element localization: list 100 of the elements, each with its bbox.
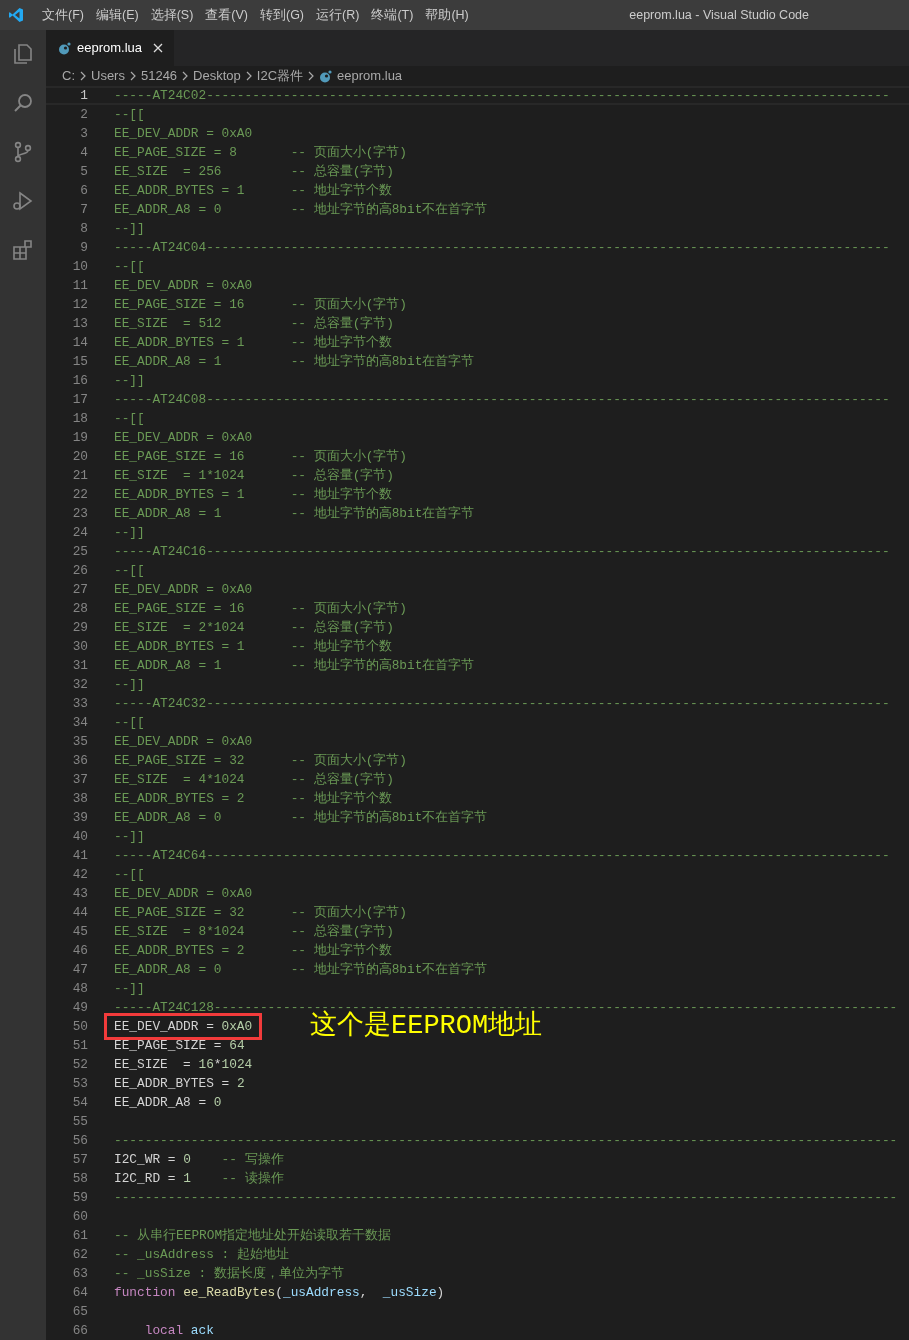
menu-item[interactable]: 文件(F) — [36, 5, 90, 25]
line-number: 2 — [79, 106, 88, 124]
app-logo-icon — [8, 7, 24, 23]
line-number: 43 — [71, 885, 88, 903]
code-line: --[[ — [114, 106, 145, 124]
code-line: EE_DEV_ADDR = 0xA0 — [114, 1019, 253, 1034]
menu-item[interactable]: 选择(S) — [144, 5, 200, 25]
code-line: -----AT24C64----------------------------------------------------------------------------------------- — [114, 847, 890, 865]
line-number: 17 — [71, 391, 88, 409]
file-type-icon — [58, 41, 71, 55]
line-number: 27 — [71, 581, 88, 599]
code-line: local ack — [143, 1322, 214, 1340]
line-number: 21 — [71, 467, 88, 485]
breadcrumb-item[interactable]: eeprom.lua — [337, 66, 403, 86]
line-number: 59 — [71, 1189, 88, 1207]
code-line: EE_ADDR_BYTES = 1 -- 地址字节个数 — [114, 486, 392, 504]
line-number: 41 — [71, 847, 88, 865]
line-number: 51 — [71, 1037, 88, 1055]
line-number: 66 — [71, 1322, 88, 1340]
code-line: EE_ADDR_BYTES = 1 -- 地址字节个数 — [114, 638, 392, 656]
line-number: 56 — [71, 1132, 88, 1150]
code-line: EE_PAGE_SIZE = 16 -- 页面大小(字节) — [114, 600, 408, 618]
code-line: EE_SIZE = 512 -- 总容量(字节) — [114, 315, 395, 333]
line-number: 28 — [71, 600, 88, 618]
breadcrumb-item[interactable]: Users — [91, 66, 125, 86]
line-number: 39 — [71, 809, 88, 827]
line-number: 13 — [71, 315, 88, 333]
code-line: -----AT24C32----------------------------------------------------------------------------------------- — [114, 695, 890, 713]
line-number: 9 — [79, 239, 88, 257]
breadcrumb-item[interactable]: I2C器件 — [256, 66, 304, 86]
window-title: eeprom.lua - Visual Studio Code — [629, 6, 809, 24]
line-number: 5 — [79, 163, 88, 181]
code-line: EE_ADDR_BYTES = 2 -- 地址字节个数 — [114, 790, 392, 808]
code-line: -----AT24C08----------------------------------------------------------------------------------------- — [114, 391, 890, 409]
editor-tab[interactable]: eeprom.lua — [46, 30, 175, 66]
code-line: --[[ — [114, 714, 145, 732]
line-number: 15 — [71, 353, 88, 371]
code-line: EE_ADDR_A8 = 1 -- 地址字节的高8bit在首字节 — [114, 353, 475, 371]
line-number: 1 — [79, 88, 88, 103]
breadcrumb-item[interactable]: C: — [62, 66, 75, 86]
code-line: --[[ — [114, 866, 145, 884]
file-type-icon — [319, 69, 333, 83]
line-number: 42 — [71, 866, 88, 884]
extensions-icon[interactable] — [11, 238, 35, 262]
line-number: 47 — [71, 961, 88, 979]
line-number: 23 — [71, 505, 88, 523]
code-line: -----AT24C04----------------------------------------------------------------------------------------- — [114, 239, 890, 257]
line-number: 64 — [71, 1284, 88, 1302]
line-number: 61 — [71, 1227, 88, 1245]
close-icon[interactable] — [152, 42, 165, 54]
breadcrumb-item[interactable]: 51246 — [140, 66, 178, 86]
line-number: 48 — [71, 980, 88, 998]
line-number: 25 — [71, 543, 88, 561]
line-number: 26 — [71, 562, 88, 580]
line-number: 6 — [79, 182, 88, 200]
line-number: 11 — [71, 277, 88, 295]
menu-item[interactable]: 帮助(H) — [419, 5, 475, 25]
line-number: 10 — [71, 258, 88, 276]
code-line: --]] — [114, 524, 145, 542]
line-number: 32 — [71, 676, 88, 694]
line-number: 7 — [79, 201, 88, 219]
line-number: 55 — [71, 1113, 88, 1131]
line-number: 53 — [71, 1075, 88, 1093]
code-line: EE_ADDR_BYTES = 1 -- 地址字节个数 — [114, 182, 392, 200]
line-number: 37 — [71, 771, 88, 789]
code-line: EE_DEV_ADDR = 0xA0 — [114, 581, 253, 599]
code-line: EE_SIZE = 8*1024 -- 总容量(字节) — [114, 923, 395, 941]
line-number: 60 — [71, 1208, 88, 1226]
code-line: I2C_WR = 0 -- 写操作 — [114, 1151, 284, 1169]
menu-item[interactable]: 转到(G) — [254, 5, 311, 25]
line-number: 58 — [71, 1170, 88, 1188]
file-copy-icon[interactable] — [11, 42, 35, 66]
line-number: 14 — [71, 334, 88, 352]
line-number: 16 — [71, 372, 88, 390]
code-line: EE_DEV_ADDR = 0xA0 — [114, 885, 253, 903]
menu-item[interactable]: 编辑(E) — [89, 5, 145, 25]
line-number: 49 — [71, 999, 88, 1017]
code-line: EE_ADDR_BYTES = 2 -- 地址字节个数 — [114, 942, 392, 960]
code-line: EE_SIZE = 256 -- 总容量(字节) — [114, 163, 395, 181]
line-number: 12 — [71, 296, 88, 314]
line-number: 36 — [71, 752, 88, 770]
code-line: EE_PAGE_SIZE = 32 -- 页面大小(字节) — [114, 752, 408, 770]
line-number: 54 — [71, 1094, 88, 1112]
line-number: 50 — [71, 1018, 88, 1036]
line-number: 52 — [71, 1056, 88, 1074]
run-debug-icon[interactable] — [11, 189, 35, 213]
code-line: EE_PAGE_SIZE = 64 — [114, 1037, 245, 1055]
menu-item[interactable]: 查看(V) — [199, 5, 254, 25]
code-line: --]] — [114, 676, 145, 694]
line-number: 29 — [71, 619, 88, 637]
line-number: 3 — [79, 125, 88, 143]
code-line: EE_SIZE = 1*1024 -- 总容量(字节) — [114, 467, 395, 485]
chevron-icon — [78, 71, 88, 81]
code-line: EE_ADDR_A8 = 0 — [114, 1094, 222, 1112]
line-number: 19 — [71, 429, 88, 447]
code-line: --]] — [114, 980, 145, 998]
menu-item[interactable]: 终端(T) — [365, 5, 420, 25]
menu-item[interactable]: 运行(R) — [310, 5, 366, 25]
breadcrumb-item[interactable]: Desktop — [193, 66, 241, 86]
code-line: -- 从串行EEPROM指定地址处开始读取若干数据 — [114, 1227, 392, 1245]
